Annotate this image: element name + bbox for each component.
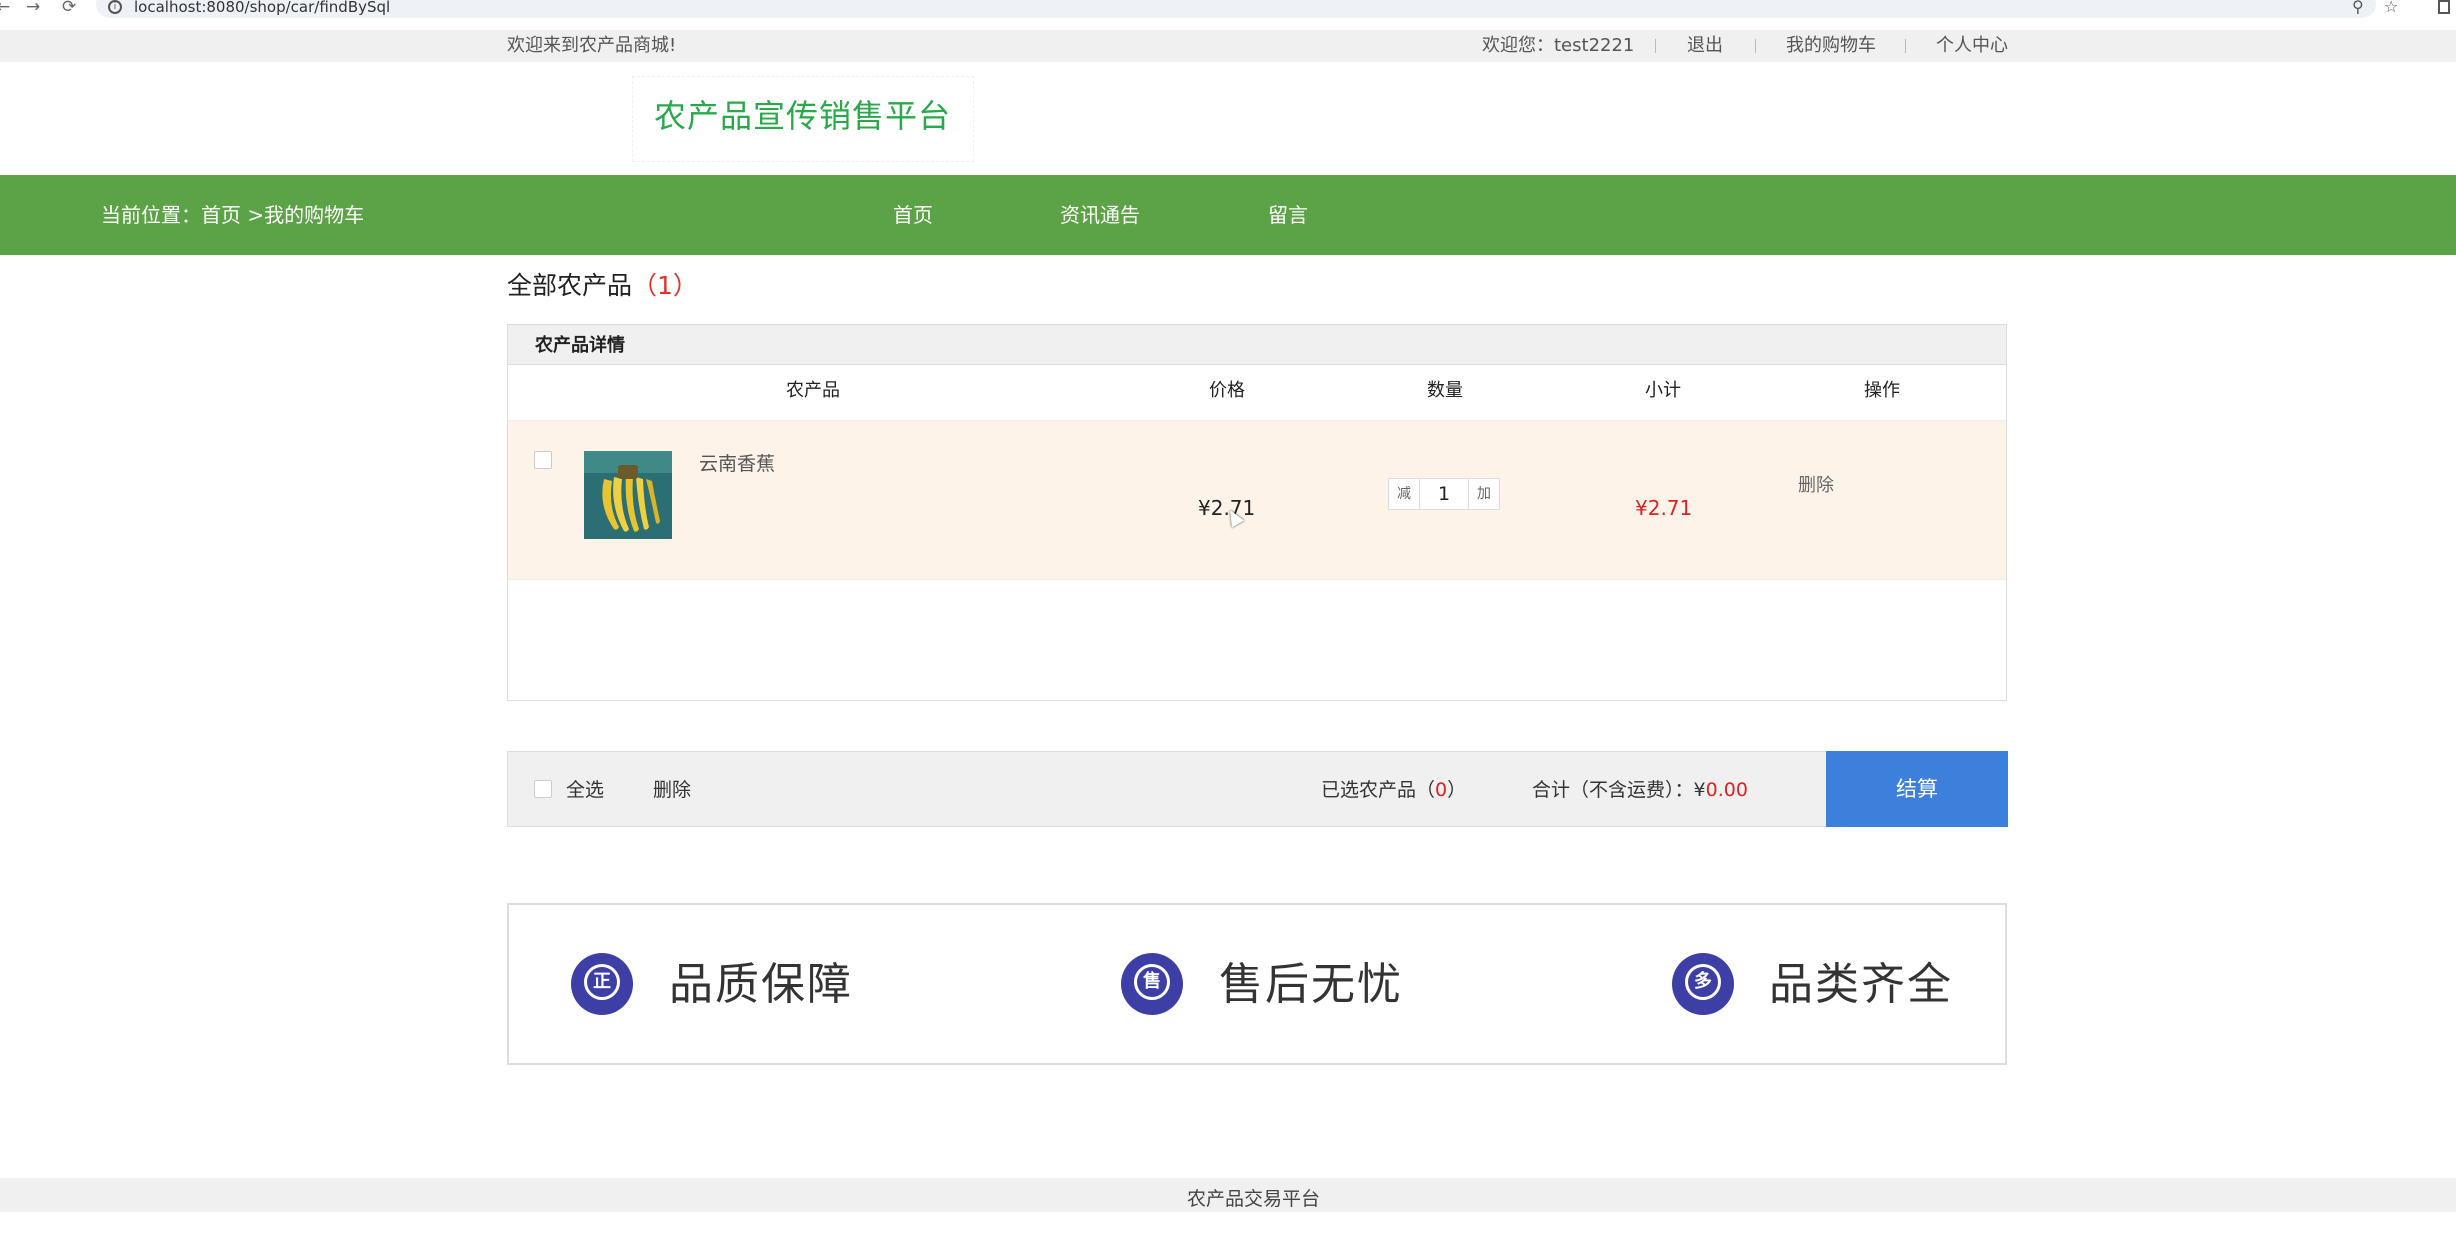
bookmark-star-icon[interactable]: ☆ [2384,0,2398,15]
site-info-icon[interactable]: i [108,0,122,14]
forward-icon[interactable]: → [26,0,40,16]
quantity-input[interactable]: 1 [1420,478,1468,510]
quantity-stepper: 减 1 加 [1388,478,1500,510]
checkout-button[interactable]: 结算 [1826,751,2008,827]
url-text[interactable]: localhost:8080/shop/car/findBySql [134,0,390,15]
logout-link[interactable]: 退出 [1687,34,1723,58]
quality-badge-icon: 正 [571,953,633,1015]
nav-link-home[interactable]: 首页 [893,201,933,229]
variety-badge-icon: 多 [1672,953,1734,1015]
bulk-delete-link[interactable]: 删除 [653,777,691,803]
reload-icon[interactable]: ⟳ [62,0,76,16]
user-greeting: 欢迎您：test2221 [1482,35,1635,56]
product-name[interactable]: 云南香蕉 [699,451,775,477]
nav-link-news[interactable]: 资讯通告 [1060,201,1140,229]
footer: 农产品交易平台 [0,1178,2456,1212]
cart-summary-bar: 全选 删除 已选农产品（0） 合计（不含运费）：¥0.00 结算 [507,751,2008,827]
selected-prefix: 已选农产品（ [1321,779,1436,801]
profile-link[interactable]: 个人中心 [1936,34,2008,58]
selected-count-value: 0 [1435,779,1448,801]
table-row: 云南香蕉 ¥2.71 减 1 加 ¥2.71 删除 [508,420,2006,580]
cart-table: 农产品详情 农产品 价格 数量 小计 操作 云南香蕉 ¥2.71 减 1 加 ¥… [507,324,2007,701]
section-count: （1） [632,271,698,300]
top-strip: 欢迎来到农产品商城! 欢迎您：test2221 退出 我的购物车 个人中心 [0,30,2456,62]
address-bar[interactable] [96,0,2376,18]
total-label: 合计（不含运费）： [1532,779,1694,801]
total-amount: 0.00 [1705,779,1748,801]
delete-item-link[interactable]: 删除 [1798,474,1834,498]
sidebar-icon[interactable] [2438,0,2450,14]
row-subtotal: ¥2.71 [1635,496,1693,520]
divider [1655,39,1656,53]
selected-suffix: ） [1447,779,1467,801]
feature-quality-label: 品质保障 [669,959,853,1010]
welcome-text: 欢迎来到农产品商城! [507,35,677,56]
browser-toolbar: ← → ⟳ i localhost:8080/shop/car/findBySq… [0,0,2456,18]
currency-symbol: ¥ [1693,779,1706,801]
select-all-label[interactable]: 全选 [566,777,604,803]
main-nav: 当前位置：首页 >我的购物车 首页 资讯通告 留言 [0,175,2456,255]
column-header-quantity: 数量 [1427,380,1463,401]
increase-button[interactable]: 加 [1468,478,1500,510]
after-sales-shield-icon: 售 [1121,953,1183,1015]
divider [1755,39,1756,53]
cart-header: 农产品详情 [508,325,2006,365]
column-header-subtotal: 小计 [1645,380,1681,401]
selected-count: 已选农产品（0） [1321,777,1466,803]
decrease-button[interactable]: 减 [1388,478,1420,510]
row-checkbox[interactable] [534,451,552,469]
feature-variety-label: 品类齐全 [1769,959,1953,1010]
total-summary: 合计（不含运费）：¥0.00 [1532,777,1748,803]
product-thumbnail[interactable] [584,451,672,539]
feature-after-sales-label: 售后无忧 [1219,959,1403,1010]
zoom-icon[interactable]: ⚲ [2352,0,2364,15]
select-all-checkbox[interactable] [534,780,552,798]
my-cart-link[interactable]: 我的购物车 [1786,34,1876,58]
back-icon[interactable]: ← [0,0,10,16]
divider [1905,39,1906,53]
column-header-action: 操作 [1864,380,1900,401]
section-title-text: 全部农产品 [507,271,633,300]
page-title: 全部农产品（1） [507,268,698,304]
breadcrumb: 当前位置：首页 >我的购物车 [101,203,365,227]
features-panel: 正 品质保障 售 售后无忧 多 品类齐全 [507,903,2007,1065]
site-logo-title[interactable]: 农产品宣传销售平台 [654,94,951,138]
cart-header-title: 农产品详情 [535,335,625,356]
nav-link-message[interactable]: 留言 [1268,201,1308,229]
column-header-price: 价格 [1209,380,1245,401]
column-header-product: 农产品 [786,380,840,401]
footer-text: 农产品交易平台 [1187,1188,1321,1210]
banana-image-icon [584,451,672,539]
